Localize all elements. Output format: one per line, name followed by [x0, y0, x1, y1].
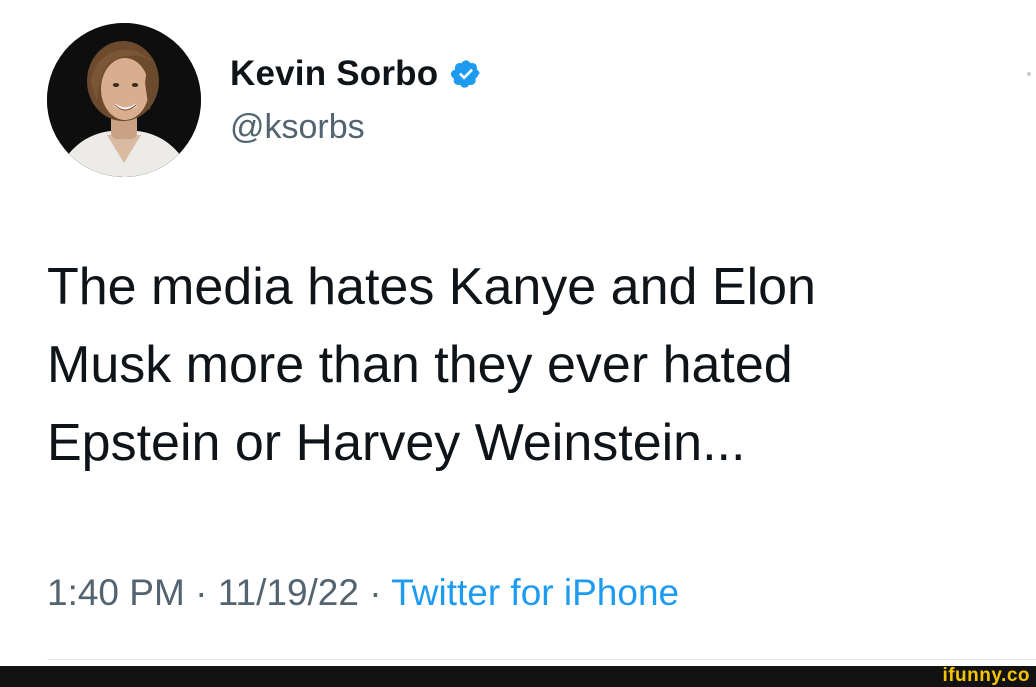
author-handle[interactable]: @ksorbs — [230, 108, 365, 147]
meta-separator: · — [358, 572, 392, 613]
tweet-screenshot: Kevin Sorbo @ksorbs The media hates Kany… — [0, 0, 1036, 687]
ifunny-watermark: ifunny.co — [942, 665, 1030, 686]
profile-photo-icon — [47, 23, 201, 177]
tweet-source-link[interactable]: Twitter for iPhone — [391, 572, 679, 613]
verified-badge-icon — [450, 58, 482, 90]
edge-dot — [1027, 72, 1031, 76]
divider — [47, 659, 1036, 660]
tweet-date[interactable]: 11/19/22 — [218, 572, 359, 613]
tweet-meta: 1:40 PM · 11/19/22 · Twitter for iPhone — [47, 572, 679, 614]
avatar[interactable] — [47, 23, 201, 177]
watermark-bar: ifunny.co — [0, 666, 1036, 687]
tweet-text: The media hates Kanye and Elon Musk more… — [47, 258, 816, 472]
meta-separator: · — [184, 572, 218, 613]
display-name[interactable]: Kevin Sorbo — [230, 54, 438, 94]
author-name-row: Kevin Sorbo — [230, 52, 482, 96]
tweet-time[interactable]: 1:40 PM — [47, 572, 185, 613]
